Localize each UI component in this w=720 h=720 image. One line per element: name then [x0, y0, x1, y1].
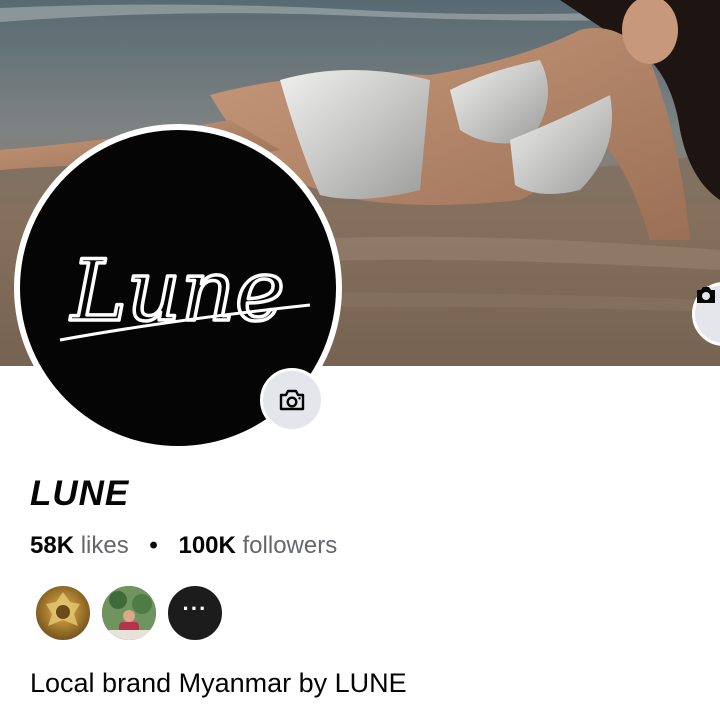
more-dots-icon: ··· — [182, 596, 208, 621]
camera-icon — [697, 287, 715, 303]
page-bio: Local brand Myanmar by LUNE — [30, 668, 407, 698]
follower-photo — [102, 586, 156, 640]
page-title: LUNE — [30, 474, 130, 513]
followers-count: 100K — [178, 532, 236, 559]
edit-profile-picture-button[interactable] — [260, 368, 324, 432]
followers-label: followers — [242, 532, 338, 559]
page-stats[interactable]: 58K likes • 100K followers — [30, 532, 337, 560]
logo-wordmark: Lune — [69, 242, 285, 340]
camera-icon — [279, 389, 305, 411]
follower-avatar[interactable] — [34, 584, 92, 642]
follower-photo — [46, 592, 80, 626]
likes-count: 58K — [30, 532, 75, 559]
more-followers-button[interactable]: ··· — [166, 584, 224, 642]
likes-label: likes — [80, 532, 129, 559]
stats-separator: • — [149, 532, 158, 559]
follower-avatar[interactable] — [100, 584, 158, 642]
